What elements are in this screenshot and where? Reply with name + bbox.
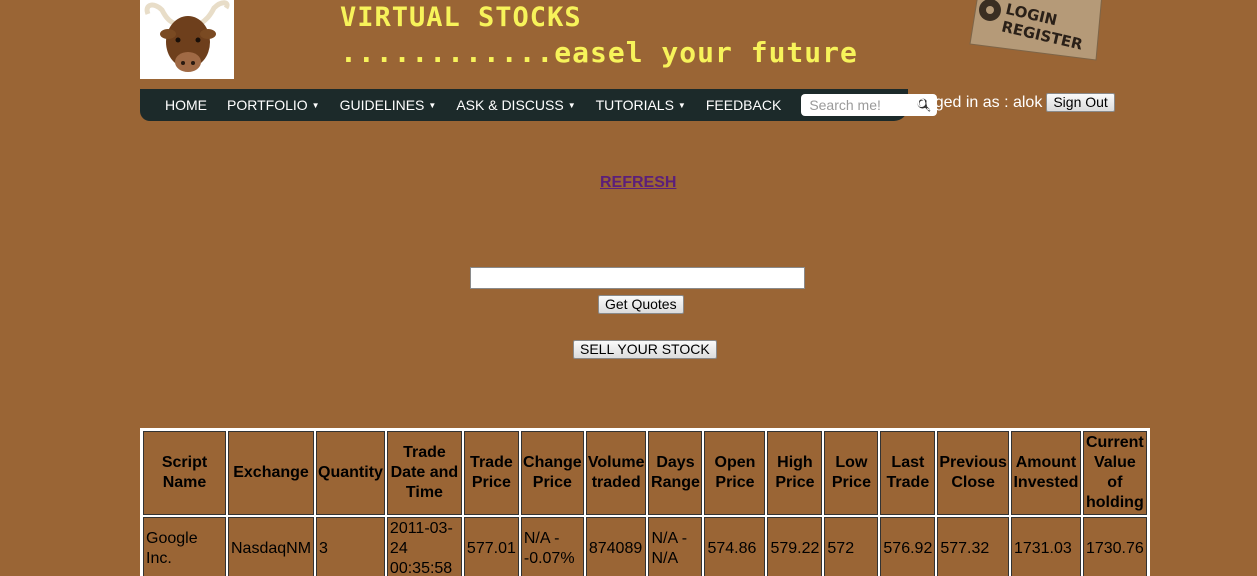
refresh-link[interactable]: REFRESH	[600, 174, 676, 192]
table-cell: 576.92	[880, 517, 936, 576]
table-cell: 574.86	[704, 517, 766, 576]
column-header: Current Value of holding	[1082, 431, 1147, 515]
holdings-header-row: Script Name Exchange Quantity Trade Date…	[143, 431, 1147, 515]
table-cell: NasdaqNM	[228, 517, 315, 576]
column-header: Days Range	[648, 431, 703, 515]
column-header: Low Price	[824, 431, 879, 515]
get-quotes-button[interactable]: Get Quotes	[598, 295, 684, 314]
table-cell: 577.32	[937, 517, 1009, 576]
column-header: Previous Close	[937, 431, 1009, 515]
table-row: Google Inc. NasdaqNM 3 2011-03-24 00:35:…	[143, 517, 1147, 576]
logged-in-text: Logged in as : alok	[908, 93, 1043, 111]
sell-stock-button[interactable]: SELL YOUR STOCK	[573, 340, 717, 359]
nav-portfolio[interactable]: PORTFOLIO ▼	[217, 97, 330, 113]
chevron-down-icon: ▼	[567, 100, 576, 110]
main-nav: HOME PORTFOLIO ▼ GUIDELINES ▼ ASK & DISCUS…	[140, 89, 938, 121]
column-header: Quantity	[316, 431, 385, 515]
column-header: Trade Date and Time	[386, 431, 462, 515]
page: VIRTUAL STOCKS ............easel your fu…	[0, 0, 1257, 576]
column-header: Change Price	[520, 431, 584, 515]
table-cell: 874089	[585, 517, 647, 576]
nav-guidelines-label: GUIDELINES	[339, 97, 425, 113]
table-cell: 577.01	[463, 517, 519, 576]
column-header: Trade Price	[463, 431, 519, 515]
nav-guidelines[interactable]: GUIDELINES ▼	[330, 97, 447, 113]
column-header: Open Price	[704, 431, 766, 515]
table-cell: N/A - N/A	[648, 517, 703, 576]
site-title: VIRTUAL STOCKS	[340, 2, 582, 33]
nav-home-label: HOME	[165, 97, 207, 113]
table-cell: 1730.76	[1082, 517, 1147, 576]
nav-feedback-label: FEEDBACK	[705, 97, 782, 113]
column-header: High Price	[767, 431, 823, 515]
column-header: Last Trade	[880, 431, 936, 515]
table-cell: 2011-03-24 00:35:58	[386, 517, 462, 576]
bull-logo[interactable]	[140, 0, 234, 79]
nav-home[interactable]: HOME	[140, 97, 217, 113]
chevron-down-icon: ▼	[677, 100, 686, 110]
column-header: Script Name	[143, 431, 226, 515]
table-cell: 3	[316, 517, 385, 576]
chevron-down-icon: ▼	[428, 100, 437, 110]
holdings-table: Script Name Exchange Quantity Trade Date…	[140, 428, 1150, 576]
nav-feedback[interactable]: FEEDBACK	[696, 97, 791, 113]
nav-ask-discuss-label: ASK & DISCUSS	[456, 97, 564, 113]
nav-tutorials-label: TUTORIALS	[595, 97, 674, 113]
site-tagline: ............easel your future	[340, 36, 858, 69]
search-input[interactable]	[807, 96, 918, 114]
nav-portfolio-label: PORTFOLIO	[227, 97, 308, 113]
login-register-tag[interactable]: LOGIN REGISTER	[966, 0, 1104, 66]
chevron-down-icon: ▼	[311, 100, 320, 110]
nav-ask-discuss[interactable]: ASK & DISCUSS ▼	[446, 97, 585, 113]
table-cell: Google Inc.	[143, 517, 226, 576]
table-cell: 572	[824, 517, 879, 576]
column-header: Amount Invested	[1010, 431, 1081, 515]
table-cell: N/A - -0.07%	[520, 517, 584, 576]
user-status: Logged in as : alok Sign Out	[908, 93, 1115, 112]
sign-out-button[interactable]: Sign Out	[1046, 93, 1115, 112]
nav-tutorials[interactable]: TUTORIALS ▼	[586, 97, 696, 113]
quote-symbol-input[interactable]	[470, 267, 805, 289]
table-cell: 1731.03	[1010, 517, 1081, 576]
table-cell: 579.22	[767, 517, 823, 576]
column-header: Exchange	[228, 431, 315, 515]
column-header: Volume traded	[585, 431, 647, 515]
